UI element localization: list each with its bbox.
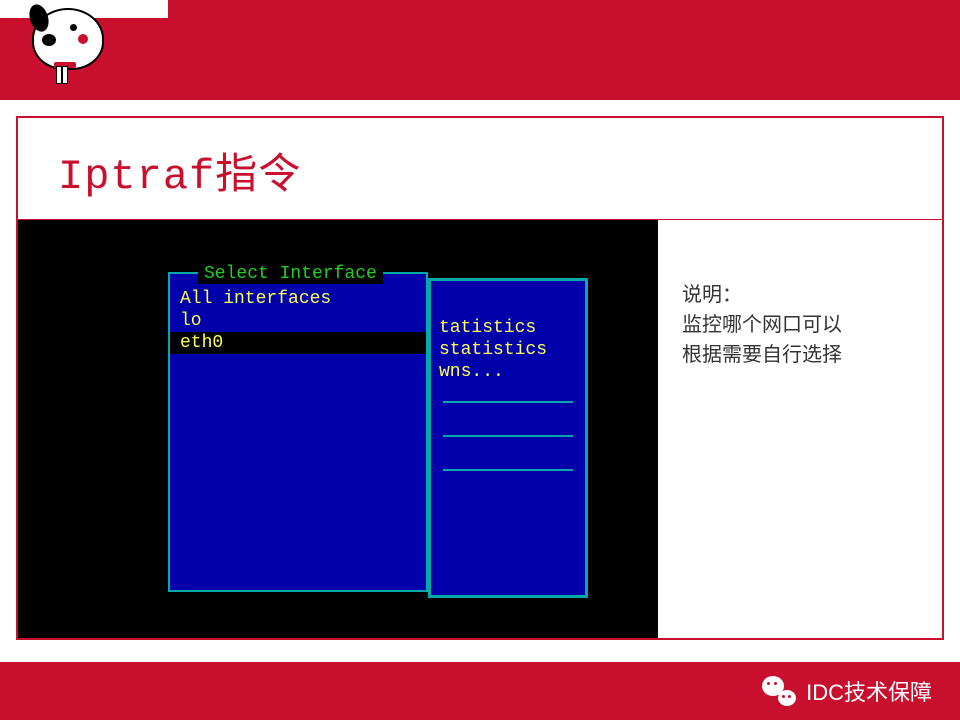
- notes-line: 根据需要自行选择: [682, 340, 918, 370]
- footer-text: IDC技术保障: [806, 675, 932, 707]
- bg-text: statistics: [431, 339, 585, 361]
- content-card: Iptraf指令 tatistics statistics wns... Sel…: [16, 116, 944, 640]
- header-bar: [0, 0, 960, 100]
- wechat-icon: [762, 676, 796, 706]
- tui-background-panel: tatistics statistics wns...: [428, 278, 588, 598]
- tui-interface-menu[interactable]: All interfaces lo eth0: [168, 272, 428, 592]
- interface-option[interactable]: lo: [170, 310, 426, 332]
- notes-line: 监控哪个网口可以: [682, 310, 918, 340]
- footer-bar: IDC技术保障: [0, 662, 960, 720]
- page-title: Iptraf指令: [18, 118, 942, 219]
- notes-panel: 说明： 监控哪个网口可以 根据需要自行选择: [658, 220, 942, 638]
- interface-option[interactable]: All interfaces: [170, 288, 426, 310]
- interface-option-selected[interactable]: eth0: [170, 332, 426, 354]
- terminal-screenshot: tatistics statistics wns... Select Inter…: [18, 220, 658, 638]
- tui-dialog-title: Select Interface: [198, 264, 383, 284]
- bg-text: tatistics: [431, 317, 585, 339]
- bg-text: wns...: [431, 361, 585, 383]
- notes-heading: 说明：: [682, 280, 918, 310]
- jd-dog-logo: [32, 8, 104, 70]
